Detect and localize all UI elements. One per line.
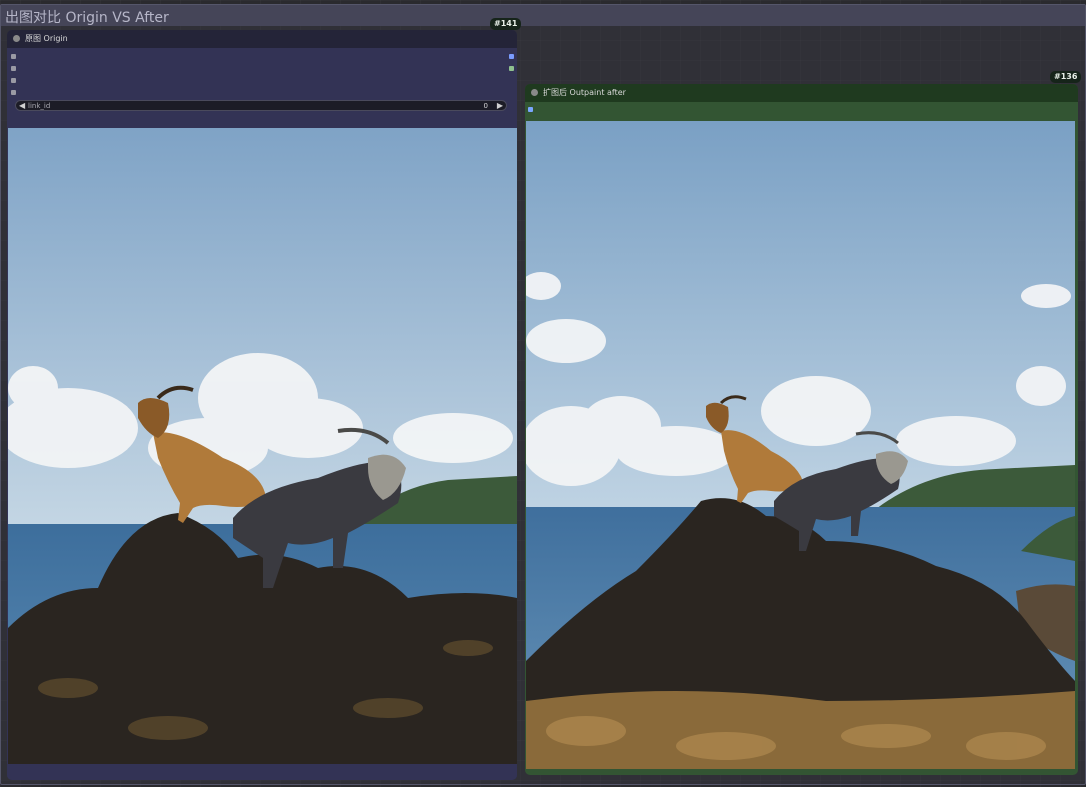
origin-image (8, 128, 517, 764)
after-photo-svg (526, 121, 1075, 769)
output-slot-image[interactable] (509, 54, 514, 59)
origin-node-footer (7, 764, 517, 780)
link-id-widget[interactable]: ◀ link_id 0 ▶ (15, 100, 507, 111)
after-node[interactable]: 扩图后 Outpaint after (525, 84, 1078, 775)
increment-arrow-icon[interactable]: ▶ (497, 100, 503, 111)
collapse-dot-icon[interactable] (13, 35, 20, 42)
input-slot-4[interactable] (11, 90, 16, 95)
input-slot-2[interactable] (11, 66, 16, 71)
collapse-dot-icon[interactable] (531, 89, 538, 96)
after-node-header[interactable]: 扩图后 Outpaint after (525, 84, 1078, 102)
input-slot-1[interactable] (11, 54, 16, 59)
link-id-value: 0 (483, 102, 488, 110)
origin-node[interactable]: 原图 Origin ◀ link_id 0 ▶ (7, 30, 517, 780)
decrement-arrow-icon[interactable]: ◀ (19, 100, 25, 111)
origin-node-title: 原图 Origin (25, 34, 68, 43)
node-id-badge-after: #136 (1050, 71, 1082, 83)
node-id-badge-origin: #141 (490, 18, 522, 30)
link-id-label: link_id (28, 102, 51, 110)
after-image (526, 121, 1075, 769)
origin-photo-svg (8, 128, 517, 764)
group-title: 出图对比 Origin VS After (5, 10, 169, 26)
input-slot-images[interactable] (528, 107, 533, 112)
output-slot-mask[interactable] (509, 66, 514, 71)
origin-node-header[interactable]: 原图 Origin (7, 30, 517, 48)
input-slot-3[interactable] (11, 78, 16, 83)
after-node-title: 扩图后 Outpaint after (543, 88, 626, 97)
group-header[interactable]: 出图对比 Origin VS After (1, 5, 1085, 26)
